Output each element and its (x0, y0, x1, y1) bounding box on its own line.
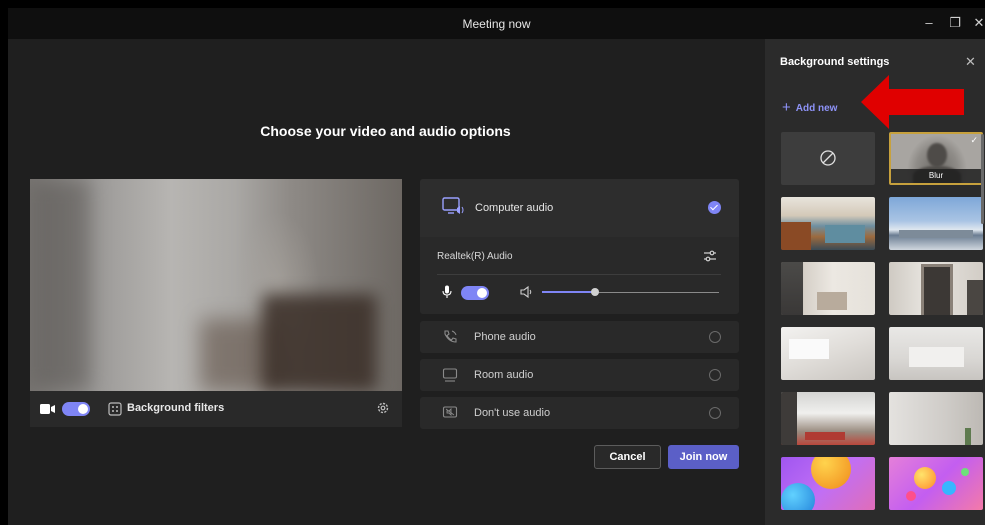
preview-controls: Background filters (30, 391, 402, 427)
background-settings-title: Background settings (780, 56, 890, 68)
camera-toggle[interactable] (62, 402, 90, 416)
background-none-tile[interactable] (781, 132, 875, 185)
person-silhouette (927, 143, 947, 167)
background-image-tile[interactable] (889, 457, 983, 510)
background-image-tile[interactable] (889, 197, 983, 250)
join-now-button[interactable]: Join now (668, 445, 739, 469)
background-image-tile[interactable] (889, 327, 983, 380)
title-bar: Meeting now – ❐ ✕ (8, 8, 985, 39)
microphone-toggle[interactable] (461, 286, 489, 300)
page-title: Choose your video and audio options (260, 123, 511, 139)
room-audio-label: Room audio (474, 369, 534, 381)
room-icon (442, 368, 458, 382)
background-blur-tile[interactable]: ✓ Blur (889, 132, 983, 185)
camera-icon (40, 404, 55, 414)
background-image-tile[interactable] (781, 327, 875, 380)
check-icon (708, 201, 721, 214)
video-preview (30, 179, 402, 391)
monitor-speaker-icon (442, 197, 464, 214)
room-audio-radio[interactable] (709, 369, 721, 381)
phone-icon (444, 330, 457, 343)
background-image-tile[interactable] (781, 197, 875, 250)
no-audio-radio[interactable] (709, 407, 721, 419)
meeting-window: Meeting now – ❐ ✕ Choose your video and … (8, 8, 985, 525)
background-image-tile[interactable] (889, 262, 983, 315)
audio-device-label: Realtek(R) Audio (437, 251, 513, 262)
background-image-tile[interactable] (781, 457, 875, 510)
blur-label: Blur (891, 169, 981, 183)
room-audio-option[interactable]: Room audio (420, 359, 739, 391)
no-background-icon (820, 150, 836, 166)
background-filters-icon (108, 402, 122, 416)
maximize-button[interactable]: ❐ (944, 13, 966, 33)
minimize-button[interactable]: – (918, 13, 940, 33)
speaker-icon (520, 285, 532, 299)
annotation-arrow-icon (861, 75, 964, 129)
selected-check-icon: ✓ (970, 135, 978, 145)
preview-blur-shape (262, 294, 377, 391)
gear-icon[interactable] (376, 401, 390, 415)
close-window-button[interactable]: ✕ (968, 13, 985, 33)
preview-blur-shape (30, 179, 90, 391)
computer-audio-option[interactable]: Computer audio (420, 179, 739, 237)
background-image-tile[interactable] (781, 392, 875, 445)
sliders-icon[interactable] (703, 249, 717, 263)
add-new-background-button[interactable]: + Add new (782, 98, 838, 116)
computer-audio-card: Computer audio Realtek(R) Audio (420, 179, 739, 314)
close-panel-button[interactable]: ✕ (965, 54, 976, 70)
phone-audio-radio[interactable] (709, 331, 721, 343)
divider (437, 274, 721, 275)
background-image-tile[interactable] (781, 262, 875, 315)
microphone-icon (442, 285, 452, 298)
window-title: Meeting now (462, 17, 531, 31)
no-audio-label: Don't use audio (474, 407, 551, 419)
volume-slider-fill (542, 291, 595, 293)
computer-audio-label: Computer audio (475, 202, 554, 214)
no-audio-option[interactable]: Don't use audio (420, 397, 739, 429)
phone-audio-label: Phone audio (474, 331, 536, 343)
no-audio-icon (442, 406, 458, 418)
add-new-label: Add new (795, 103, 838, 114)
phone-audio-option[interactable]: Phone audio (420, 321, 739, 353)
background-filters-button[interactable]: Background filters (127, 402, 224, 414)
background-image-tile[interactable] (889, 392, 983, 445)
volume-slider-thumb[interactable] (591, 288, 599, 296)
plus-icon: + (782, 99, 791, 116)
cancel-button[interactable]: Cancel (594, 445, 661, 469)
panel-scrollbar[interactable] (981, 134, 984, 224)
